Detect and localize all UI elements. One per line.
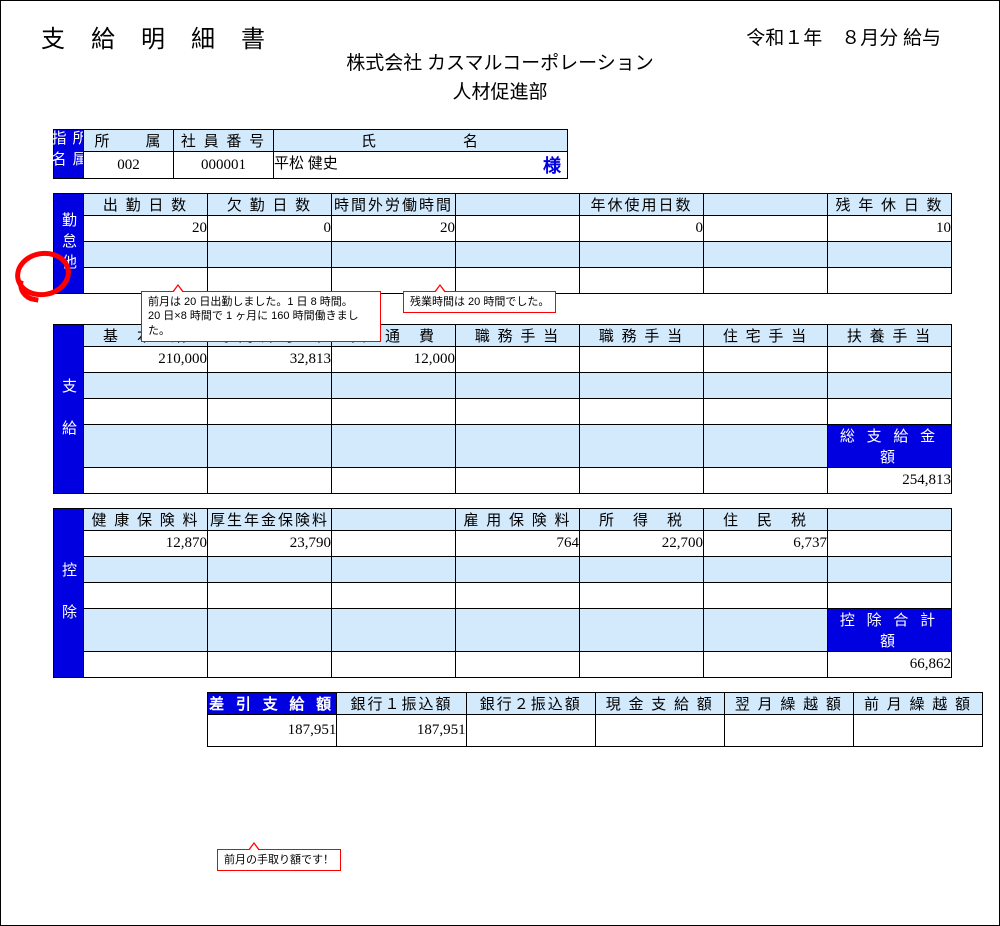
id-table: 所 属 社 員 番 号 氏 名 002 000001 平松 健史 様 xyxy=(83,129,568,179)
overtime-pay: 32,813 xyxy=(208,347,332,373)
company-block: 株式会社 カスマルコーポレーション 人材促進部 xyxy=(17,50,983,107)
health-ins: 12,870 xyxy=(84,531,208,557)
resident-tax: 6,737 xyxy=(704,531,828,557)
bank1-transfer: 187,951 xyxy=(337,715,466,747)
attendance-table: 出 勤 日 数欠 勤 日 数 時間外労働時間 年休使用日数 残 年 休 日 数 … xyxy=(83,193,952,294)
work-days: 20 xyxy=(84,216,208,242)
gross-pay: 254,813 xyxy=(828,468,952,494)
overtime-hours: 20 xyxy=(332,216,456,242)
base-salary: 210,000 xyxy=(84,347,208,373)
callout-workdays: 前月は 20 日出勤しました。1 日 8 時間。20 日×8 時間で 1 ヶ月に… xyxy=(141,291,381,342)
commute-allowance: 12,000 xyxy=(332,347,456,373)
employment-ins: 764 xyxy=(456,531,580,557)
income-tax: 22,700 xyxy=(580,531,704,557)
affiliation: 002 xyxy=(84,152,174,179)
payment-table: 基 本 給時 間 外 手 当 交 通 費職 務 手 当 職 務 手 当住 宅 手… xyxy=(83,324,952,494)
summary-table: 差 引 支 給 額 銀行１振込額銀行２振込額 現 金 支 給 額翌 月 繰 越 … xyxy=(207,692,983,747)
leave-remain: 10 xyxy=(828,216,952,242)
employee-no: 000001 xyxy=(174,152,274,179)
pay-period: 令和１年 ８月分 給与 xyxy=(746,23,941,50)
callout-netpay: 前月の手取り額です！ xyxy=(217,849,341,871)
employee-name: 平松 健史 様 xyxy=(274,152,568,179)
total-deduction: 66,862 xyxy=(828,652,952,678)
doc-title: 支 給 明 細 書 xyxy=(41,19,275,54)
id-vlabel: 所属指名 xyxy=(53,129,83,179)
deduction-table: 健 康 保 険 料厚生年金保険料 雇 用 保 険 料 所 得 税住 民 税 12… xyxy=(83,508,952,678)
absent-days: 0 xyxy=(208,216,332,242)
net-pay: 187,951 xyxy=(208,715,337,747)
leave-used: 0 xyxy=(580,216,704,242)
pension-ins: 23,790 xyxy=(208,531,332,557)
callout-overtime: 残業時間は 20 時間でした。 xyxy=(403,291,556,313)
payment-vlabel: 支 給 xyxy=(53,324,83,494)
deduction-vlabel: 控 除 xyxy=(53,508,83,678)
